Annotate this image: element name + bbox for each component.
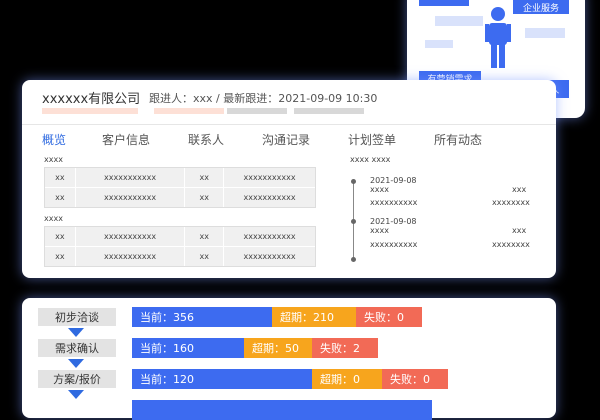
persona-tag-enterprise: 企业服务 [513,0,569,14]
table-row: xx xxxxxxxxxxx xx xxxxxxxxxxx [45,247,315,266]
timeline-text: xxxx [370,226,389,235]
stage-initial-talk[interactable]: 初步洽谈 [38,308,116,326]
overdue-count[interactable]: 超期：210 [272,307,356,327]
table-cell: xx [45,227,76,246]
funnel-card: 初步洽谈 需求确认 方案/报价 当前：356 超期：210 失败：0 当前：16… [22,298,556,420]
table-cell: xxxxxxxxxxx [76,247,186,266]
customer-card: xxxxxx有限公司 跟进人：xxx / 最新跟进：2021-09-09 10:… [22,80,556,278]
person-icon [485,7,511,68]
table-cell: xx [185,247,225,266]
table-cell: xx [45,188,76,207]
tab-communication[interactable]: 沟通记录 [262,131,310,148]
timeline-text: xxx [512,226,527,235]
table-row: xx xxxxxxxxxxx xx xxxxxxxxxxx [45,168,315,188]
table-cell: xxxxxxxxxxx [76,168,186,187]
timeline-text: xxxx [370,185,389,194]
current-count[interactable]: 当前：356 [132,307,272,327]
info-table-2: xx xxxxxxxxxxx xx xxxxxxxxxxx xx xxxxxxx… [44,226,316,267]
arrow-down-icon [68,328,84,337]
persona-placeholder [525,28,565,38]
failed-count[interactable]: 失败：0 [356,307,422,327]
table-cell: xx [185,188,225,207]
table-cell: xxxxxxxxxxx [76,188,186,207]
tab-bar: 概览 客户信息 联系人 沟通记录 计划签单 所有动态 [22,124,556,153]
tab-all-activity[interactable]: 所有动态 [434,131,482,148]
failed-count[interactable]: 失败：0 [382,369,448,389]
table-cell: xxxxxxxxxxx [243,252,296,261]
table-cell: xxxxxxxxxxx [243,173,296,182]
follow-info: 跟进人：xxx / 最新跟进：2021-09-09 10:30 [149,92,378,105]
timeline-header: xxxx xxxx [350,155,391,164]
placeholder-bar [42,108,138,114]
section-label: xxxx [44,155,63,164]
persona-placeholder [419,0,469,6]
overdue-count[interactable]: 超期：0 [312,369,382,389]
info-table-1: xx xxxxxxxxxxx xx xxxxxxxxxxx xx xxxxxxx… [44,167,316,208]
current-count [132,400,432,420]
placeholder-bar [227,108,287,114]
timeline-text: xxxxxxxx [492,198,530,207]
stage-need-confirm[interactable]: 需求确认 [38,339,116,357]
failed-count[interactable]: 失败：2 [312,338,378,358]
persona-placeholder [425,40,453,48]
timeline-date: 2021-09-08 [370,217,417,226]
table-cell: xx [45,168,76,187]
timeline-text: xxxxxxxx [492,240,530,249]
table-cell: xxxxxxxxxxx [76,227,186,246]
stage-proposal-quote[interactable]: 方案/报价 [38,370,116,388]
tab-plan-sign[interactable]: 计划签单 [348,131,396,148]
overdue-count[interactable]: 超期：50 [244,338,312,358]
timeline-text: xxxxxxxxxx [370,240,418,249]
placeholder-bar [294,108,364,114]
table-row: xx xxxxxxxxxxx xx xxxxxxxxxxx [45,227,315,247]
company-name: xxxxxx有限公司 [42,92,141,107]
placeholder-bar [154,108,224,114]
timeline-dot [351,179,356,184]
section-label: xxxx [44,214,63,223]
table-cell: xx [185,227,225,246]
timeline-dot [351,257,356,262]
table-row: xx xxxxxxxxxxx xx xxxxxxxxxxx [45,188,315,207]
arrow-down-icon [68,390,84,399]
table-cell: xx [45,247,76,266]
tab-customer-info[interactable]: 客户信息 [102,131,150,148]
arrow-down-icon [68,359,84,368]
timeline-text: xxx [512,185,527,194]
table-cell: xxxxxxxxxxx [243,232,296,241]
current-count[interactable]: 当前：120 [132,369,312,389]
current-count[interactable]: 当前：160 [132,338,244,358]
timeline-dot [351,219,356,224]
tab-contacts[interactable]: 联系人 [188,131,224,148]
timeline-text: xxxxxxxxxx [370,198,418,207]
tab-overview[interactable]: 概览 [42,131,66,148]
timeline-date: 2021-09-08 [370,176,417,185]
table-cell: xx [185,168,225,187]
table-cell: xxxxxxxxxxx [243,193,296,202]
persona-placeholder [435,16,483,26]
